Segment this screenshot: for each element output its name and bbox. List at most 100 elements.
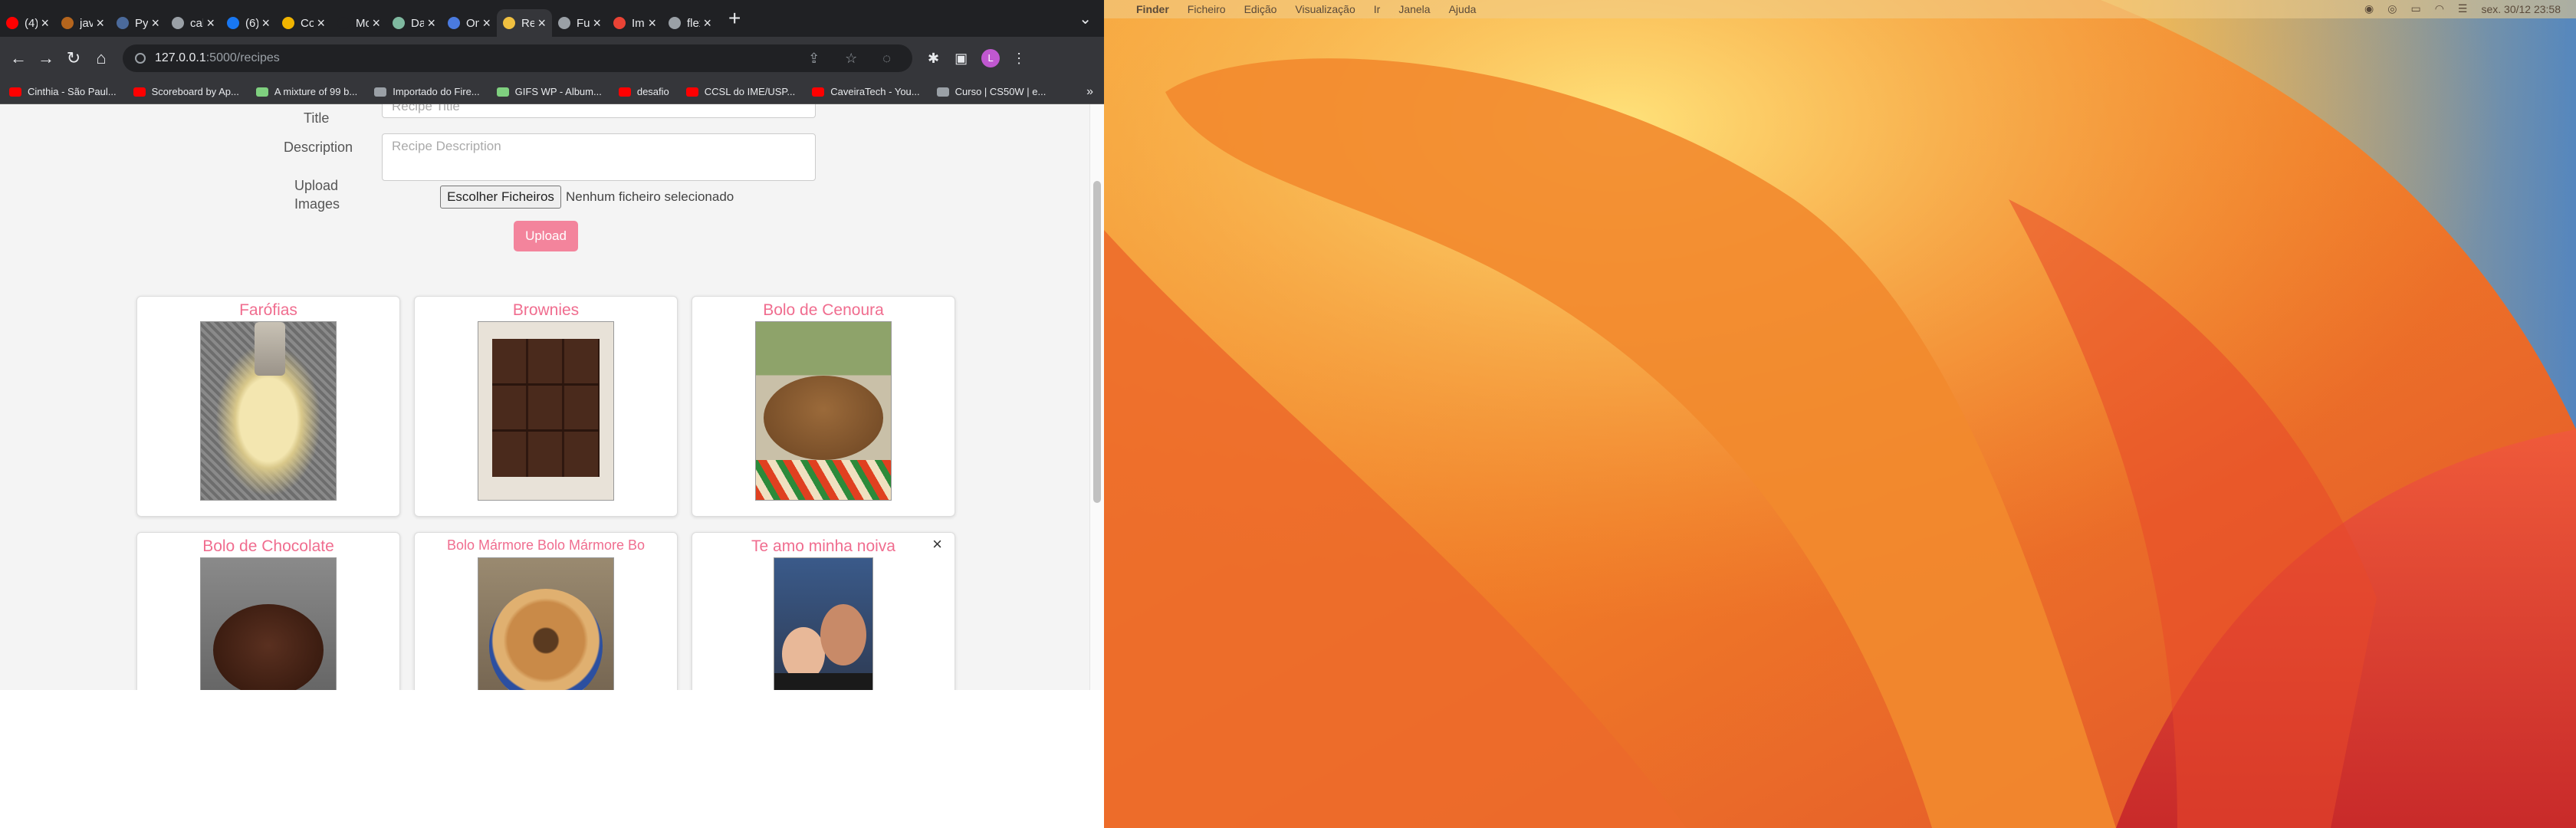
home-icon[interactable]: ⌂ xyxy=(87,48,115,68)
bookmark-item[interactable]: Curso | CS50W | e... xyxy=(936,86,1046,97)
menu-help[interactable]: Ajuda xyxy=(1449,3,1477,15)
bookmark-star-icon[interactable]: ⇪ ☆ ◌ xyxy=(808,51,902,67)
tab-close-icon[interactable]: × xyxy=(206,15,215,31)
side-panel-icon[interactable]: ▣ xyxy=(955,51,968,67)
recipe-card-bolo-de-cenoura[interactable]: Bolo de Cenoura xyxy=(692,296,955,517)
control-center-icon[interactable]: ☰ xyxy=(2458,2,2468,15)
tab-close-icon[interactable]: × xyxy=(261,15,270,31)
recipe-title[interactable]: Farófias xyxy=(137,301,399,320)
reload-icon[interactable]: ↻ xyxy=(60,48,87,68)
menu-file[interactable]: Ficheiro xyxy=(1188,3,1226,15)
browser-tab[interactable]: Online× xyxy=(442,9,497,37)
tab-title: Modifi xyxy=(356,16,370,30)
bookmark-favicon-icon xyxy=(685,87,698,97)
browser-tab[interactable]: Impor× xyxy=(607,9,662,37)
tab-close-icon[interactable]: × xyxy=(482,15,491,31)
forward-icon[interactable]: → xyxy=(32,48,60,68)
bookmark-label: Cinthia - São Paul... xyxy=(28,86,117,97)
menu-window[interactable]: Janela xyxy=(1398,3,1430,15)
browser-tab[interactable]: Recip× xyxy=(497,9,552,37)
bookmark-label: CaveiraTech - You... xyxy=(830,86,920,97)
new-tab-button[interactable]: + xyxy=(728,6,741,31)
bookmark-item[interactable]: GIFS WP - Album... xyxy=(496,86,602,97)
browser-tab[interactable]: javasc× xyxy=(55,9,110,37)
url-host: 127.0.0.1 xyxy=(155,51,206,64)
menu-edit[interactable]: Edição xyxy=(1244,3,1277,15)
upload-button[interactable]: Upload xyxy=(514,221,578,251)
browser-tab[interactable]: (6) Fa× xyxy=(221,9,276,37)
menu-go[interactable]: Ir xyxy=(1374,3,1381,15)
extensions-icon[interactable]: ✱ xyxy=(928,51,939,67)
menu-view[interactable]: Visualização xyxy=(1295,3,1355,15)
bookmark-item[interactable]: Scoreboard by Ap... xyxy=(133,86,239,97)
scrollbar-thumb[interactable] xyxy=(1093,181,1101,503)
menu-bar-clock[interactable]: sex. 30/12 23:58 xyxy=(2481,3,2561,15)
tab-favicon-icon xyxy=(61,17,74,29)
recipe-card-bolo-de-chocolate[interactable]: Bolo de Chocolate xyxy=(136,532,400,690)
status-icon[interactable]: ◎ xyxy=(2387,2,2397,15)
bookmarks-more-icon[interactable]: » xyxy=(1086,85,1093,99)
bookmark-item[interactable]: desafio xyxy=(618,86,669,97)
recipe-card-brownies[interactable]: Brownies xyxy=(414,296,678,517)
browser-tab[interactable]: Modifi× xyxy=(331,9,386,37)
tab-close-icon[interactable]: × xyxy=(41,15,49,31)
recipe-title[interactable]: Bolo de Cenoura xyxy=(692,301,955,320)
address-bar[interactable]: 127.0.0.1:5000/recipes ⇪ ☆ ◌ xyxy=(123,44,912,72)
page-scrollbar[interactable] xyxy=(1089,104,1104,690)
browser-tab[interactable]: Data M× xyxy=(386,9,442,37)
browser-tab[interactable]: (4) Mú× xyxy=(0,9,55,37)
profile-avatar[interactable]: L xyxy=(981,49,1001,67)
tab-search-icon[interactable]: ⌄ xyxy=(1079,9,1092,28)
url-path: :5000/recipes xyxy=(205,51,280,64)
tab-close-icon[interactable]: × xyxy=(317,15,325,31)
bookmark-item[interactable]: CCSL do IME/USP... xyxy=(685,86,795,97)
browser-tab[interactable]: Pytho× xyxy=(110,9,166,37)
tab-title: Data M xyxy=(411,16,425,30)
app-menu-finder[interactable]: Finder xyxy=(1136,3,1169,15)
bookmark-item[interactable]: Cinthia - São Paul... xyxy=(9,86,117,97)
wifi-icon[interactable]: ◠ xyxy=(2435,2,2444,15)
choose-files-button[interactable]: Escolher Ficheiros xyxy=(440,186,561,209)
browser-toolbar: ← → ↻ ⌂ 127.0.0.1:5000/recipes ⇪ ☆ ◌ ✱ ▣… xyxy=(0,37,1104,80)
bookmark-item[interactable]: CaveiraTech - You... xyxy=(812,86,920,97)
browser-window: (4) Mú×javasc×Pytho×calc()×(6) Fa×Corki×… xyxy=(0,0,1104,828)
bookmark-label: Curso | CS50W | e... xyxy=(955,86,1046,97)
recipe-image xyxy=(755,321,892,501)
tab-close-icon[interactable]: × xyxy=(372,15,380,31)
recipe-title[interactable]: Brownies xyxy=(415,301,677,320)
site-info-icon[interactable] xyxy=(135,53,146,64)
status-icon[interactable]: ◉ xyxy=(2364,2,2374,15)
browser-tab[interactable]: calc()× xyxy=(166,9,221,37)
bookmark-item[interactable]: Importado do Fire... xyxy=(374,86,480,97)
battery-icon[interactable]: ▭ xyxy=(2410,2,2420,15)
bookmarks-bar: Cinthia - São Paul... Scoreboard by Ap...… xyxy=(0,80,1104,104)
tab-close-icon[interactable]: × xyxy=(537,15,546,31)
browser-tab[interactable]: Fundir× xyxy=(552,9,607,37)
tab-close-icon[interactable]: × xyxy=(593,15,601,31)
desktop-wallpaper xyxy=(1104,0,2576,828)
browser-tab[interactable]: Corki× xyxy=(276,9,331,37)
tab-close-icon[interactable]: × xyxy=(96,15,104,31)
browser-tab[interactable]: flexbo× xyxy=(662,9,718,37)
tab-close-icon[interactable]: × xyxy=(427,15,435,31)
menu-dots-icon[interactable]: ⋮ xyxy=(1012,51,1026,67)
recipe-image xyxy=(200,557,337,690)
tab-close-icon[interactable]: × xyxy=(648,15,656,31)
bookmark-favicon-icon xyxy=(496,87,509,97)
recipe-card-farofias[interactable]: Farófias xyxy=(136,296,400,517)
tab-title: calc() xyxy=(190,16,204,30)
tab-close-icon[interactable]: × xyxy=(151,15,159,31)
recipe-title[interactable]: Bolo Mármore Bolo Mármore Bo xyxy=(415,537,677,554)
tab-close-icon[interactable]: × xyxy=(703,15,711,31)
recipe-title[interactable]: Bolo de Chocolate xyxy=(137,537,399,556)
recipe-card-bolo-marmore[interactable]: Bolo Mármore Bolo Mármore Bo xyxy=(414,532,678,690)
recipe-card-te-amo-minha-noiva[interactable]: Te amo minha noiva × xyxy=(692,532,955,690)
description-textarea[interactable]: Recipe Description xyxy=(382,133,816,181)
title-input[interactable]: Recipe Title xyxy=(382,104,816,118)
upload-label-line2: Images xyxy=(294,196,340,212)
bookmark-label: Importado do Fire... xyxy=(393,86,480,97)
bookmark-item[interactable]: A mixture of 99 b... xyxy=(255,86,357,97)
back-icon[interactable]: ← xyxy=(5,48,32,68)
close-icon[interactable]: × xyxy=(932,534,942,554)
recipe-title[interactable]: Te amo minha noiva xyxy=(692,537,955,556)
